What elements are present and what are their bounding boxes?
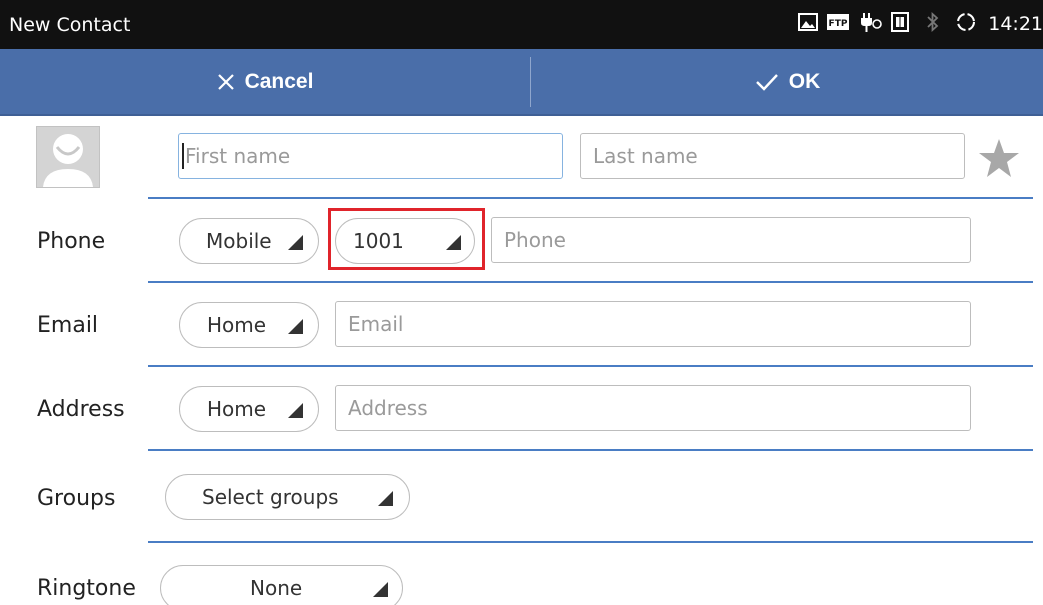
usb-debug-icon	[858, 11, 883, 38]
groups-value: Select groups	[202, 485, 339, 509]
cancel-label: Cancel	[244, 69, 314, 93]
separator	[148, 281, 1033, 283]
phone-type-dropdown[interactable]: Mobile	[179, 218, 319, 264]
svg-text:FTP: FTP	[829, 19, 848, 29]
ringtone-value: None	[250, 576, 303, 600]
email-label: Email	[37, 313, 99, 338]
last-name-input[interactable]: Last name	[580, 133, 965, 179]
email-type-value: Home	[207, 313, 267, 337]
status-icons: FTP 14:21	[798, 11, 1043, 38]
text-caret	[182, 143, 184, 169]
last-name-placeholder: Last name	[593, 144, 698, 168]
screen-title: New Contact	[9, 14, 131, 36]
address-type-dropdown[interactable]: Home	[179, 386, 319, 432]
separator	[148, 449, 1033, 451]
first-name-placeholder: First name	[185, 144, 291, 168]
address-input[interactable]: Address	[335, 385, 971, 431]
dropdown-arrow-icon	[378, 491, 393, 506]
dropdown-arrow-icon	[288, 235, 303, 250]
phone-input[interactable]: Phone	[491, 217, 971, 263]
sim-card-icon	[891, 11, 910, 37]
ringtone-dropdown[interactable]: None	[160, 565, 403, 605]
phone-placeholder: Phone	[504, 228, 566, 252]
phone-label: Phone	[37, 229, 106, 254]
ringtone-label: Ringtone	[37, 576, 136, 601]
avatar-placeholder-icon	[43, 134, 93, 187]
action-bar-divider	[530, 57, 531, 107]
ok-label: OK	[788, 69, 821, 93]
sync-icon	[955, 11, 977, 38]
phone-type-value: Mobile	[206, 229, 272, 253]
ok-button[interactable]: OK	[532, 49, 1043, 114]
cancel-button[interactable]: Cancel	[0, 49, 530, 114]
first-name-input[interactable]: First name	[178, 133, 563, 179]
dropdown-arrow-icon	[288, 319, 303, 334]
address-type-value: Home	[207, 397, 267, 421]
dropdown-arrow-icon	[288, 403, 303, 418]
separator	[148, 365, 1033, 367]
email-placeholder: Email	[348, 312, 404, 336]
email-input[interactable]: Email	[335, 301, 971, 347]
image-icon	[798, 12, 819, 36]
email-type-dropdown[interactable]: Home	[179, 302, 319, 348]
ftp-icon: FTP	[827, 13, 850, 35]
action-bar: Cancel OK	[0, 49, 1043, 116]
address-label: Address	[37, 397, 125, 422]
groups-label: Groups	[37, 486, 116, 511]
separator	[148, 197, 1033, 199]
close-icon	[217, 73, 234, 90]
highlight-box	[328, 208, 485, 270]
groups-dropdown[interactable]: Select groups	[165, 474, 410, 520]
separator	[148, 541, 1033, 543]
favorite-star-icon[interactable]	[978, 138, 1020, 178]
dropdown-arrow-icon	[373, 582, 388, 597]
contact-photo[interactable]	[36, 126, 100, 188]
checkmark-icon	[755, 73, 778, 91]
address-placeholder: Address	[348, 396, 428, 420]
new-contact-screen: New Contact FTP 14:21 Cancel OK First na…	[0, 0, 1043, 605]
bluetooth-icon	[926, 11, 940, 38]
clock: 14:21	[988, 13, 1043, 35]
status-bar: New Contact FTP 14:21	[0, 0, 1043, 49]
